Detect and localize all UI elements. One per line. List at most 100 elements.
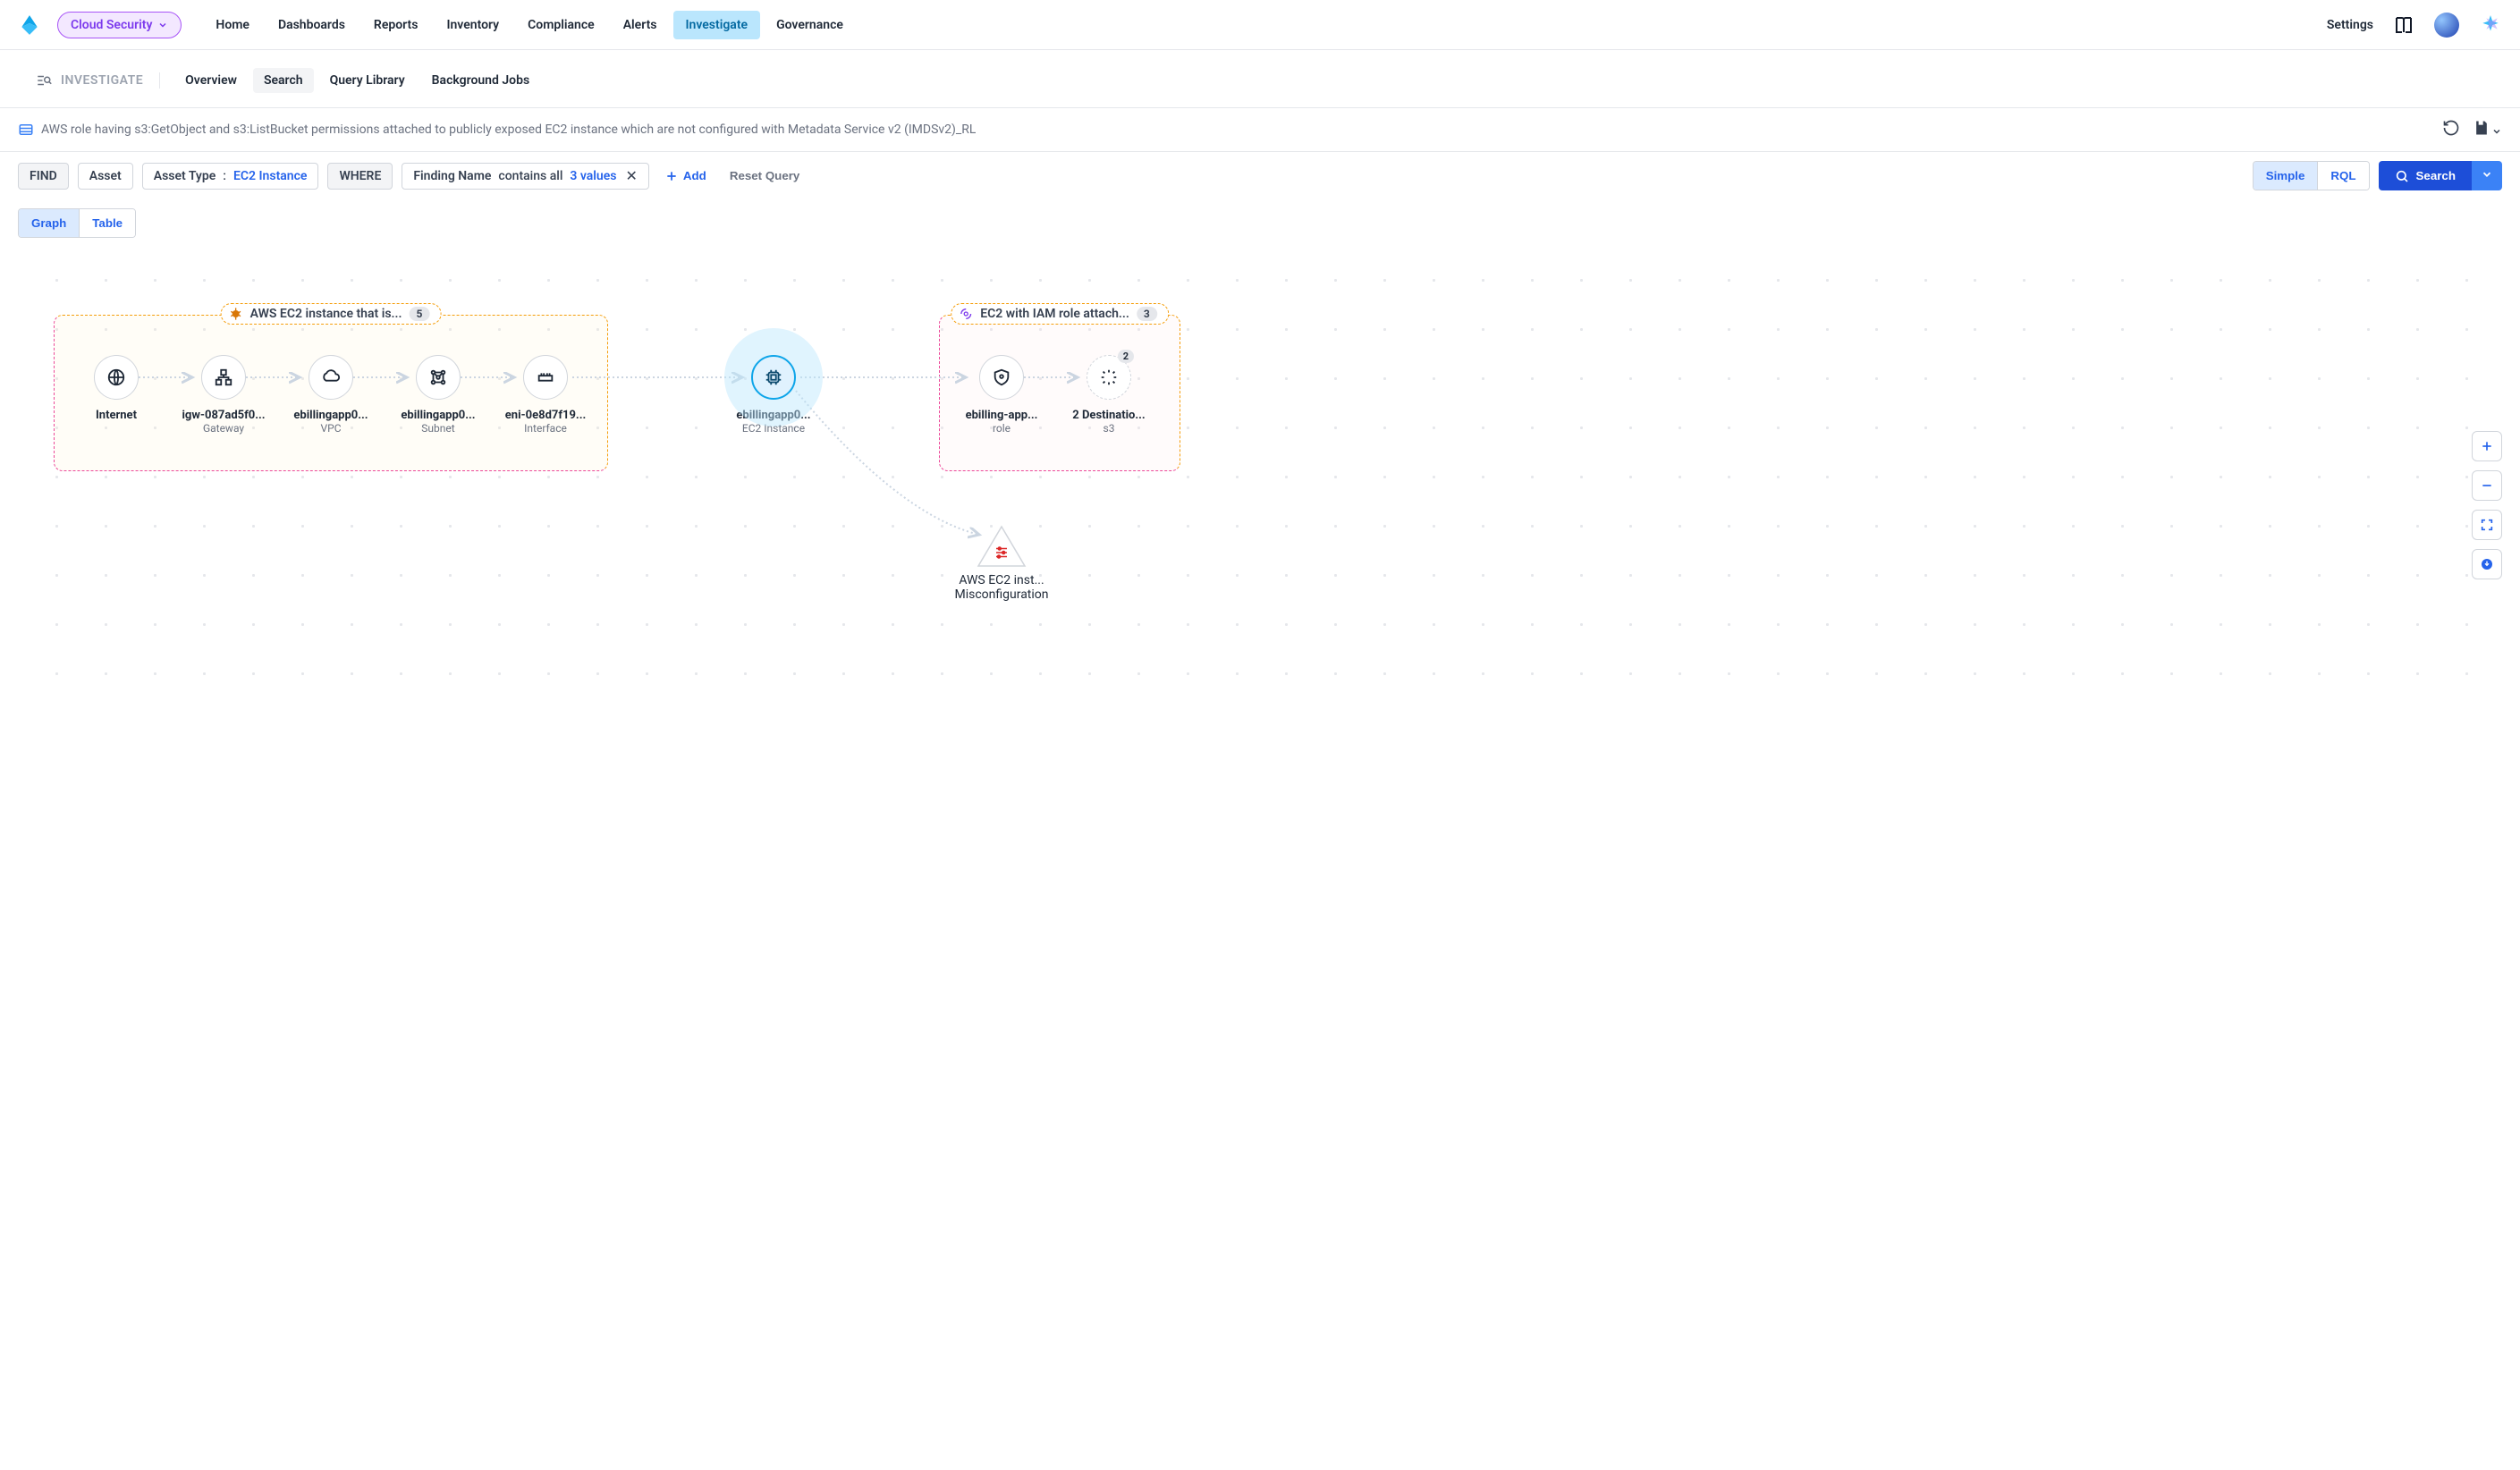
- node-interface[interactable]: eni-0e8d7f19... Interface: [492, 355, 599, 435]
- finding-values: 3 values: [570, 169, 616, 183]
- tab-background-jobs[interactable]: Background Jobs: [421, 68, 540, 93]
- view-graph[interactable]: Graph: [19, 209, 79, 237]
- asset-chip[interactable]: Asset: [78, 163, 133, 190]
- tab-overview[interactable]: Overview: [174, 68, 248, 93]
- graph-canvas[interactable]: AWS EC2 instance that is... 5 EC2 with I…: [18, 252, 2502, 717]
- shield-icon: [992, 368, 1011, 387]
- graph-zoom-controls: [2472, 431, 2502, 579]
- gateway-icon: [214, 368, 233, 387]
- page-subheader: INVESTIGATE Overview Search Query Librar…: [0, 50, 2520, 107]
- asset-type-value: EC2 Instance: [233, 169, 307, 183]
- nav-alerts[interactable]: Alerts: [611, 11, 670, 39]
- top-bar: Cloud Security Home Dashboards Reports I…: [0, 0, 2520, 50]
- group-iam-role-label[interactable]: EC2 with IAM role attach... 3: [951, 303, 1169, 325]
- node-gateway-label: igw-087ad5f0...: [170, 409, 277, 422]
- save-query-button[interactable]: [2473, 119, 2502, 140]
- node-ec2[interactable]: ebillingapp0... EC2 Instance: [720, 355, 827, 435]
- node-misconfig[interactable]: AWS EC2 inst... Misconfiguration: [939, 525, 1064, 602]
- nav-governance[interactable]: Governance: [764, 11, 856, 39]
- investigate-icon: [36, 72, 52, 89]
- node-gateway[interactable]: igw-087ad5f0... Gateway: [170, 355, 277, 435]
- remove-finding-filter[interactable]: ✕: [625, 169, 637, 183]
- search-button-group: Search: [2379, 161, 2502, 190]
- node-subnet-sub: Subnet: [385, 422, 492, 435]
- radar-icon: [959, 307, 973, 321]
- nav-dashboards[interactable]: Dashboards: [266, 11, 358, 39]
- node-s3-sub: s3: [1055, 422, 1163, 435]
- reset-query-button[interactable]: Reset Query: [723, 164, 808, 188]
- cloud-icon: [321, 368, 341, 387]
- undo-button[interactable]: [2442, 119, 2460, 140]
- node-s3[interactable]: 2 2 Destinatio... s3: [1055, 355, 1163, 435]
- zoom-out-button[interactable]: [2472, 470, 2502, 501]
- nav-home[interactable]: Home: [203, 11, 262, 39]
- add-filter-label: Add: [683, 169, 706, 182]
- node-internet-label: Internet: [63, 409, 170, 422]
- asset-type-chip[interactable]: Asset Type : EC2 Instance: [142, 163, 319, 190]
- interface-icon: [536, 368, 555, 387]
- search-button[interactable]: Search: [2379, 161, 2472, 190]
- query-title: AWS role having s3:GetObject and s3:List…: [41, 122, 976, 137]
- group-left-title: AWS EC2 instance that is...: [250, 307, 402, 321]
- top-bar-right: Settings: [2327, 13, 2502, 38]
- main-nav: Home Dashboards Reports Inventory Compli…: [203, 11, 856, 39]
- asset-chip-label: Asset: [89, 169, 122, 183]
- node-interface-sub: Interface: [492, 422, 599, 435]
- nav-reports[interactable]: Reports: [361, 11, 431, 39]
- docs-icon[interactable]: [2393, 14, 2414, 36]
- node-role[interactable]: ebilling-app... role: [948, 355, 1055, 435]
- loading-icon: [1099, 368, 1119, 387]
- group-right-count: 3: [1137, 307, 1157, 321]
- node-role-sub: role: [948, 422, 1055, 435]
- settings-link[interactable]: Settings: [2327, 18, 2373, 32]
- node-role-label: ebilling-app...: [948, 409, 1055, 422]
- breadcrumb-label: INVESTIGATE: [61, 73, 143, 88]
- globe-icon: [106, 368, 126, 387]
- section-tabs: Overview Search Query Library Background…: [174, 68, 540, 93]
- finding-filter-chip[interactable]: Finding Name contains all 3 values ✕: [402, 163, 649, 190]
- node-vpc[interactable]: ebillingapp0... VPC: [277, 355, 385, 435]
- tab-query-library[interactable]: Query Library: [319, 68, 416, 93]
- fullscreen-button[interactable]: [2472, 510, 2502, 540]
- node-subnet-label: ebillingapp0...: [385, 409, 492, 422]
- chevron-down-icon: [157, 20, 168, 30]
- query-builder-row: FIND Asset Asset Type : EC2 Instance WHE…: [0, 151, 2520, 199]
- node-gateway-sub: Gateway: [170, 422, 277, 435]
- subnet-icon: [428, 368, 448, 387]
- app-logo[interactable]: [18, 13, 41, 37]
- ai-sparkle-icon[interactable]: [2479, 13, 2502, 37]
- tab-search[interactable]: Search: [253, 68, 314, 93]
- search-button-label: Search: [2416, 169, 2456, 182]
- find-keyword-chip: FIND: [18, 163, 69, 190]
- node-misconfig-sub: Misconfiguration: [939, 587, 1064, 602]
- breadcrumb: INVESTIGATE: [36, 72, 160, 89]
- finding-op: contains all: [498, 169, 562, 183]
- mode-rql[interactable]: RQL: [2317, 162, 2368, 190]
- query-icon: [18, 122, 34, 138]
- node-internet[interactable]: Internet: [63, 355, 170, 422]
- node-subnet[interactable]: ebillingapp0... Subnet: [385, 355, 492, 435]
- where-label: WHERE: [339, 169, 381, 183]
- zoom-in-button[interactable]: [2472, 431, 2502, 461]
- nav-inventory[interactable]: Inventory: [434, 11, 512, 39]
- product-switcher[interactable]: Cloud Security: [57, 12, 182, 38]
- result-view-toggle: Graph Table: [18, 208, 136, 238]
- view-table[interactable]: Table: [79, 209, 135, 237]
- mode-simple[interactable]: Simple: [2254, 162, 2318, 190]
- product-switcher-label: Cloud Security: [71, 18, 152, 32]
- find-label: FIND: [30, 169, 57, 183]
- group-public-ec2-label[interactable]: AWS EC2 instance that is... 5: [221, 303, 442, 325]
- node-vpc-label: ebillingapp0...: [277, 409, 385, 422]
- add-filter-button[interactable]: Add: [658, 164, 714, 188]
- search-dropdown[interactable]: [2472, 161, 2502, 190]
- nav-compliance[interactable]: Compliance: [515, 11, 607, 39]
- bug-icon: [229, 307, 243, 321]
- cpu-icon: [764, 368, 783, 387]
- group-left-count: 5: [409, 307, 429, 321]
- sliders-icon: [994, 545, 1010, 561]
- nav-investigate[interactable]: Investigate: [673, 11, 761, 39]
- download-button[interactable]: [2472, 549, 2502, 579]
- user-avatar[interactable]: [2434, 13, 2459, 38]
- node-s3-badge: 2: [1118, 350, 1134, 363]
- node-interface-label: eni-0e8d7f19...: [492, 409, 599, 422]
